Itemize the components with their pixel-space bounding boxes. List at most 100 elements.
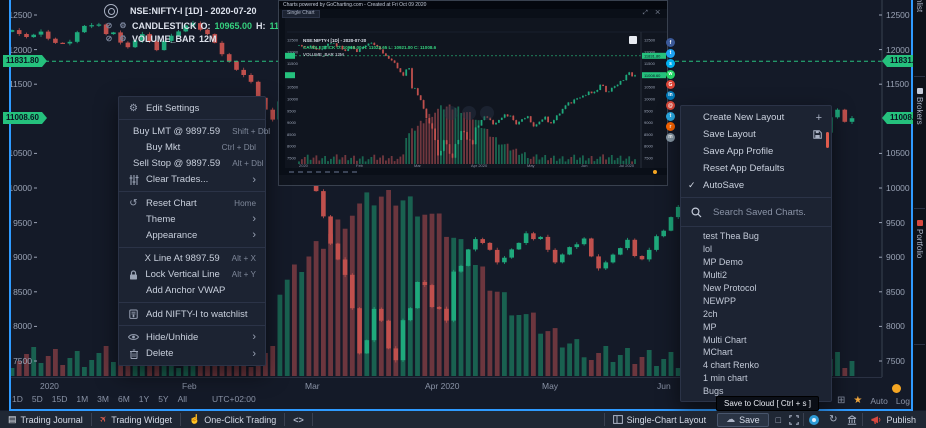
magnifier-icon[interactable] <box>104 4 118 18</box>
star-icon[interactable]: ★ <box>853 395 862 406</box>
saved-chart-item[interactable]: MP <box>681 320 831 333</box>
svg-text:10000: 10000 <box>644 97 656 102</box>
menu-item-save-app-profile[interactable]: Save App Profile <box>681 143 831 160</box>
menu-item-lock-vertical-line[interactable]: Lock Vertical Line Alt + Y <box>119 267 265 283</box>
share-icon-linkedin[interactable]: in <box>666 91 675 100</box>
saved-chart-item[interactable]: Multi2 <box>681 269 831 282</box>
menu-item-theme[interactable]: Theme › <box>119 211 265 227</box>
share-icon-google[interactable]: G <box>666 80 675 89</box>
chart-context-menu: ⚙ Edit Settings Buy LMT @ 9897.59 Shift … <box>118 96 266 366</box>
publish-button[interactable]: Publish <box>863 411 924 428</box>
search-input[interactable] <box>711 206 821 219</box>
tab-portfolio[interactable]: Portfolio <box>913 218 926 314</box>
saved-chart-item[interactable]: MChart <box>681 346 831 359</box>
tf-5d[interactable]: 5D <box>32 394 43 404</box>
menu-item-autosave[interactable]: ✓ AutoSave <box>681 177 831 194</box>
menu-item-sell-stop[interactable]: Sell Stop @ 9897.59 Alt + Dbl <box>119 156 265 172</box>
gear-icon[interactable]: ⚙ <box>118 34 128 43</box>
menu-item-buy-mkt[interactable]: Buy Mkt Ctrl + Dbl <box>119 139 265 155</box>
svg-text:CANDLESTICK O: 10965.00 H: 110: CANDLESTICK O: 10965.00 H: 11022.65 L: 1… <box>303 45 437 50</box>
tf-15d[interactable]: 15D <box>52 394 68 404</box>
menu-item-add-to-watchlist[interactable]: Add NIFTY-I to watchlist <box>119 306 265 322</box>
eye-off-icon[interactable]: ⊘ <box>104 21 114 30</box>
tf-1y[interactable]: 1Y <box>139 394 149 404</box>
menu-item-edit-settings[interactable]: ⚙ Edit Settings <box>119 100 265 116</box>
screenshot-button[interactable] <box>804 411 824 428</box>
tf-1d[interactable]: 1D <box>12 394 23 404</box>
saved-chart-item[interactable]: 4 chart Renko <box>681 359 831 372</box>
trading-widget-button[interactable]: ✈ Trading Widget <box>92 411 180 428</box>
menu-scrollbar-thumb[interactable] <box>826 132 829 148</box>
saved-chart-item[interactable]: New Protocol <box>681 282 831 295</box>
fullscreen-button[interactable] <box>785 411 803 428</box>
share-icon-telegram[interactable]: t <box>666 112 675 121</box>
share-icon-gmail[interactable]: @ <box>666 101 675 110</box>
saved-chart-item[interactable]: 1 min chart <box>681 372 831 385</box>
share-icon-skype[interactable]: s <box>666 59 675 68</box>
volume-study-name[interactable]: VOLUME_BAR <box>132 34 195 44</box>
sync-button[interactable]: ↻ <box>824 411 842 428</box>
trading-journal-button[interactable]: ▤ Trading Journal <box>0 411 91 428</box>
price-axis-label: 12000 <box>886 45 910 55</box>
menu-item-create-new-layout[interactable]: Create New Layout + <box>681 109 831 126</box>
menu-item-hide-unhide[interactable]: Hide/Unhide › <box>119 329 265 345</box>
menu-item-reset-chart[interactable]: ↺ Reset Chart Home <box>119 195 265 211</box>
share-icon-twitter[interactable]: t <box>666 49 675 58</box>
auto-scale-toggle[interactable]: Auto <box>870 396 888 406</box>
share-icon-facebook[interactable]: f <box>666 38 675 47</box>
symbol-title[interactable]: NSE:NIFTY-I [1D] - 2020-07-20 <box>130 6 257 16</box>
menu-item-add-anchor-vwap[interactable]: Add Anchor VWAP <box>119 283 265 299</box>
menu-item-clear-trades[interactable]: Clear Trades... › <box>119 172 265 188</box>
tab-watchlist[interactable]: Watchlist <box>913 0 926 70</box>
saved-chart-item[interactable]: test Thea Bug <box>681 230 831 243</box>
tf-1m[interactable]: 1M <box>76 394 88 404</box>
one-click-trading-button[interactable]: ☝ One-Click Trading <box>181 411 284 428</box>
timeframe-bar: 1D 5D 15D 1M 3M 6M 1Y 5Y All UTC+02:00 <box>12 394 256 404</box>
bank-icon <box>847 415 857 425</box>
svg-text:9000: 9000 <box>644 120 654 125</box>
log-scale-toggle[interactable]: Log <box>896 396 910 406</box>
grid-icon[interactable]: ⊞ <box>837 395 845 406</box>
saved-chart-item[interactable]: Multi Chart <box>681 333 831 346</box>
date-axis-label: 2020 <box>40 381 59 391</box>
menu-item-appearance[interactable]: Appearance › <box>119 227 265 243</box>
submenu-chevron-icon: › <box>252 214 256 224</box>
maximize-button[interactable]: □ <box>772 411 785 428</box>
rocket-icon: ✈ <box>97 413 110 426</box>
search-icon <box>691 207 702 218</box>
share-icon-whatsapp[interactable]: w <box>666 70 675 79</box>
saved-chart-item[interactable]: MP Demo <box>681 256 831 269</box>
preview-chart-tab: Single Chart <box>282 10 320 18</box>
timezone-label[interactable]: UTC+02:00 <box>212 394 256 404</box>
reset-icon: ↺ <box>127 198 140 209</box>
menu-item-save-layout[interactable]: Save Layout <box>681 126 831 143</box>
preview-notification-dot <box>653 170 657 174</box>
code-button[interactable]: <> <box>285 411 312 428</box>
eye-off-icon[interactable]: ⊘ <box>104 34 114 43</box>
gear-icon[interactable]: ⚙ <box>118 21 128 30</box>
menu-item-x-line[interactable]: X Line At 9897.59 Alt + X <box>119 251 265 267</box>
saved-chart-item[interactable]: NEWPP <box>681 294 831 307</box>
menu-item-delete[interactable]: Delete › <box>119 345 265 361</box>
single-chart-layout-button[interactable]: Single-Chart Layout <box>605 411 715 428</box>
svg-text:10500: 10500 <box>287 85 299 90</box>
saved-chart-item[interactable]: 2ch <box>681 307 831 320</box>
menu-item-buy-lmt[interactable]: Buy LMT @ 9897.59 Shift + Dbl <box>119 123 265 139</box>
menu-item-reset-app-defaults[interactable]: Reset App Defaults <box>681 160 831 177</box>
saved-chart-item[interactable]: lol <box>681 243 831 256</box>
share-icon-reddit[interactable]: r <box>666 122 675 131</box>
tf-all[interactable]: All <box>178 394 187 404</box>
price-tag: 11831.80 <box>3 55 42 67</box>
study-name[interactable]: CANDLESTICK <box>132 21 197 31</box>
share-icon-email[interactable]: m <box>666 133 675 142</box>
lock-icon <box>127 270 139 280</box>
tf-6m[interactable]: 6M <box>118 394 130 404</box>
tf-5y[interactable]: 5Y <box>158 394 168 404</box>
save-button[interactable]: ☁ Save <box>717 413 769 427</box>
marketplace-button[interactable] <box>842 411 862 428</box>
saved-charts-search[interactable] <box>681 201 831 223</box>
price-axis-label: 12500 <box>886 10 910 20</box>
tf-3m[interactable]: 3M <box>97 394 109 404</box>
svg-text:11008.60: 11008.60 <box>644 73 661 78</box>
tab-brokers[interactable]: Brokers <box>913 86 926 164</box>
